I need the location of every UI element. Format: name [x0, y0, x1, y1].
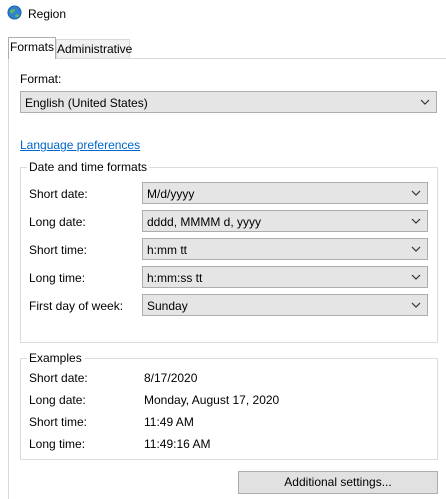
date-time-formats-title: Date and time formats — [27, 160, 150, 174]
short-time-value: h:mm tt — [147, 243, 188, 257]
example-long-time-label: Long time: — [29, 437, 86, 451]
long-time-dropdown[interactable]: h:mm:ss tt — [142, 266, 428, 288]
chevron-down-icon — [420, 99, 430, 105]
example-short-time-label: Short time: — [29, 415, 88, 429]
short-date-label: Short date: — [29, 187, 88, 201]
chevron-down-icon — [411, 218, 421, 224]
short-date-dropdown[interactable]: M/d/yyyy — [142, 182, 428, 204]
chevron-down-icon — [411, 246, 421, 252]
first-day-label: First day of week: — [29, 299, 124, 313]
window-title: Region — [28, 7, 67, 21]
globe-icon — [7, 5, 22, 20]
title-bar: Region — [0, 0, 446, 30]
first-day-value: Sunday — [147, 299, 188, 313]
chevron-down-icon — [411, 302, 421, 308]
tab-administrative[interactable]: Administrative — [56, 39, 132, 58]
long-time-value: h:mm:ss tt — [147, 271, 203, 285]
first-day-dropdown[interactable]: Sunday — [142, 294, 428, 316]
language-preferences-link[interactable]: Language preferences — [20, 138, 140, 152]
examples-title: Examples — [27, 351, 84, 365]
short-time-label: Short time: — [29, 243, 88, 257]
example-short-date-label: Short date: — [29, 371, 88, 385]
long-date-value: dddd, MMMM d, yyyy — [147, 215, 262, 229]
example-long-time-value: 11:49:16 AM — [144, 437, 211, 451]
example-short-date-value: 8/17/2020 — [144, 371, 198, 385]
format-dropdown[interactable]: English (United States) — [20, 91, 437, 113]
long-date-label: Long date: — [29, 215, 86, 229]
format-value: English (United States) — [25, 96, 148, 110]
additional-settings-button[interactable]: Additional settings... — [238, 471, 438, 494]
short-time-dropdown[interactable]: h:mm tt — [142, 238, 428, 260]
chevron-down-icon — [411, 274, 421, 280]
long-time-label: Long time: — [29, 271, 86, 285]
long-date-dropdown[interactable]: dddd, MMMM d, yyyy — [142, 210, 428, 232]
example-long-date-value: Monday, August 17, 2020 — [144, 393, 280, 407]
example-long-date-label: Long date: — [29, 393, 86, 407]
example-short-time-value: 11:49 AM — [144, 415, 194, 429]
tab-formats[interactable]: Formats — [8, 37, 56, 59]
format-label: Format: — [20, 72, 62, 86]
short-date-value: M/d/yyyy — [147, 187, 195, 201]
chevron-down-icon — [411, 190, 421, 196]
